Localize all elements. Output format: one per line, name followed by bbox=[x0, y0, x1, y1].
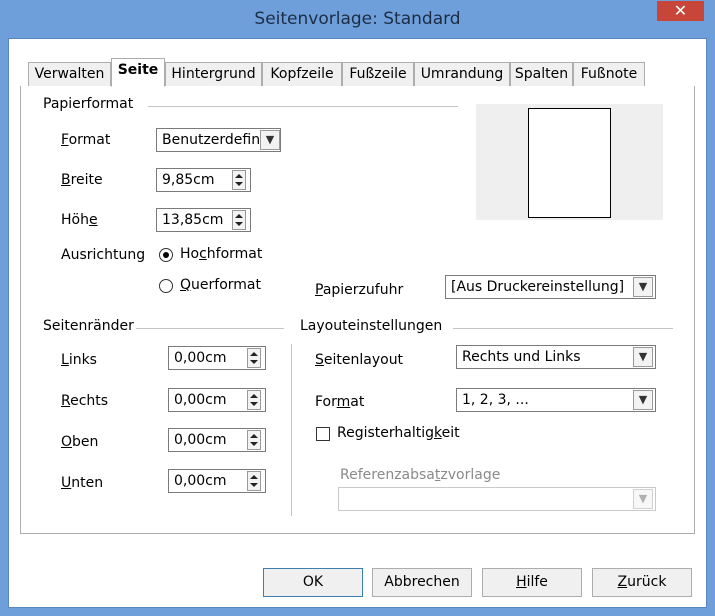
numbering-format-value: 1, 2, 3, ... bbox=[462, 392, 529, 408]
tab-spalten[interactable]: Spalten bbox=[510, 62, 573, 86]
width-spin-buttons[interactable] bbox=[232, 170, 246, 190]
paper-tray-dropdown-button[interactable]: ▼ bbox=[633, 277, 653, 297]
format-dropdown-button[interactable]: ▼ bbox=[260, 130, 280, 150]
page-preview-sheet bbox=[528, 108, 611, 218]
cancel-button[interactable]: Abbrechen bbox=[372, 568, 472, 597]
register-true-label[interactable]: Registerhaltigkeit bbox=[337, 425, 460, 441]
margin-right-value: 0,00cm bbox=[174, 392, 227, 408]
close-button[interactable]: ✕ bbox=[657, 1, 704, 21]
window-title: Seitenvorlage: Standard bbox=[254, 9, 461, 29]
tab-seite[interactable]: Seite bbox=[111, 58, 165, 87]
paper-format-heading: Papierformat bbox=[43, 96, 134, 112]
orientation-label: Ausrichtung bbox=[61, 247, 146, 263]
paper-tray-value: [Aus Druckereinstellung] bbox=[451, 279, 625, 295]
margins-heading: Seitenränder bbox=[43, 318, 134, 334]
paper-tray-label: Papierzufuhr bbox=[315, 282, 404, 298]
tab-verwalten[interactable]: Verwalten bbox=[28, 62, 111, 86]
format-label: Format bbox=[61, 132, 111, 148]
page-layout-value: Rechts und Links bbox=[462, 349, 581, 365]
height-spin-buttons[interactable] bbox=[232, 210, 246, 230]
landscape-radio[interactable] bbox=[159, 279, 173, 293]
reference-style-combobox[interactable] bbox=[338, 487, 656, 511]
tab-hintergrund[interactable]: Hintergrund bbox=[165, 62, 262, 86]
page-layout-combobox[interactable]: Rechts und Links bbox=[456, 345, 656, 369]
margin-bottom-value: 0,00cm bbox=[174, 473, 227, 489]
margin-bottom-spin-buttons[interactable] bbox=[247, 471, 261, 491]
margin-bottom-label: Unten bbox=[61, 475, 104, 491]
page-layout-label: Seitenlayout bbox=[315, 352, 404, 368]
reference-style-label: Referenzabsatzvorlage bbox=[340, 467, 501, 483]
tab-fussnote[interactable]: Fußnote bbox=[573, 62, 645, 86]
margin-left-label: Links bbox=[61, 352, 97, 368]
margin-top-value: 0,00cm bbox=[174, 432, 227, 448]
tab-umrandung[interactable]: Umrandung bbox=[414, 62, 510, 86]
reset-button[interactable]: Zurück bbox=[592, 568, 692, 597]
register-true-checkbox[interactable] bbox=[316, 427, 330, 441]
layout-heading: Layouteinstellungen bbox=[300, 318, 443, 334]
tab-fusszeile[interactable]: Fußzeile bbox=[342, 62, 414, 86]
height-value: 13,85cm bbox=[162, 212, 224, 228]
numbering-format-dropdown-button[interactable]: ▼ bbox=[633, 390, 653, 410]
paper-format-separator bbox=[148, 106, 458, 107]
margin-left-spin-buttons[interactable] bbox=[247, 348, 261, 368]
section-divider bbox=[291, 344, 292, 516]
paper-tray-combobox[interactable]: [Aus Druckereinstellung] bbox=[445, 275, 656, 299]
landscape-label[interactable]: Querformat bbox=[180, 277, 261, 293]
format-value: Benutzerdefin bbox=[162, 132, 261, 148]
margin-left-value: 0,00cm bbox=[174, 350, 227, 366]
margins-separator bbox=[136, 328, 284, 329]
margin-right-spin-buttons[interactable] bbox=[247, 390, 261, 410]
tab-kopfzeile[interactable]: Kopfzeile bbox=[262, 62, 342, 86]
width-label: Breite bbox=[61, 172, 103, 188]
ok-button[interactable]: OK bbox=[263, 568, 363, 597]
layout-separator bbox=[453, 328, 673, 329]
help-button[interactable]: Hilfe bbox=[482, 568, 582, 597]
margin-top-spin-buttons[interactable] bbox=[247, 430, 261, 450]
numbering-format-combobox[interactable]: 1, 2, 3, ... bbox=[456, 388, 656, 412]
width-value: 9,85cm bbox=[162, 172, 215, 188]
page-layout-dropdown-button[interactable]: ▼ bbox=[633, 347, 653, 367]
numbering-format-label: Format bbox=[315, 394, 365, 410]
portrait-radio[interactable] bbox=[159, 248, 173, 262]
margin-right-label: Rechts bbox=[61, 393, 109, 409]
reference-style-dropdown-button[interactable]: ▼ bbox=[633, 489, 653, 509]
margin-top-label: Oben bbox=[61, 434, 99, 450]
portrait-label[interactable]: Hochformat bbox=[180, 246, 262, 262]
height-label: Höhe bbox=[61, 212, 98, 228]
